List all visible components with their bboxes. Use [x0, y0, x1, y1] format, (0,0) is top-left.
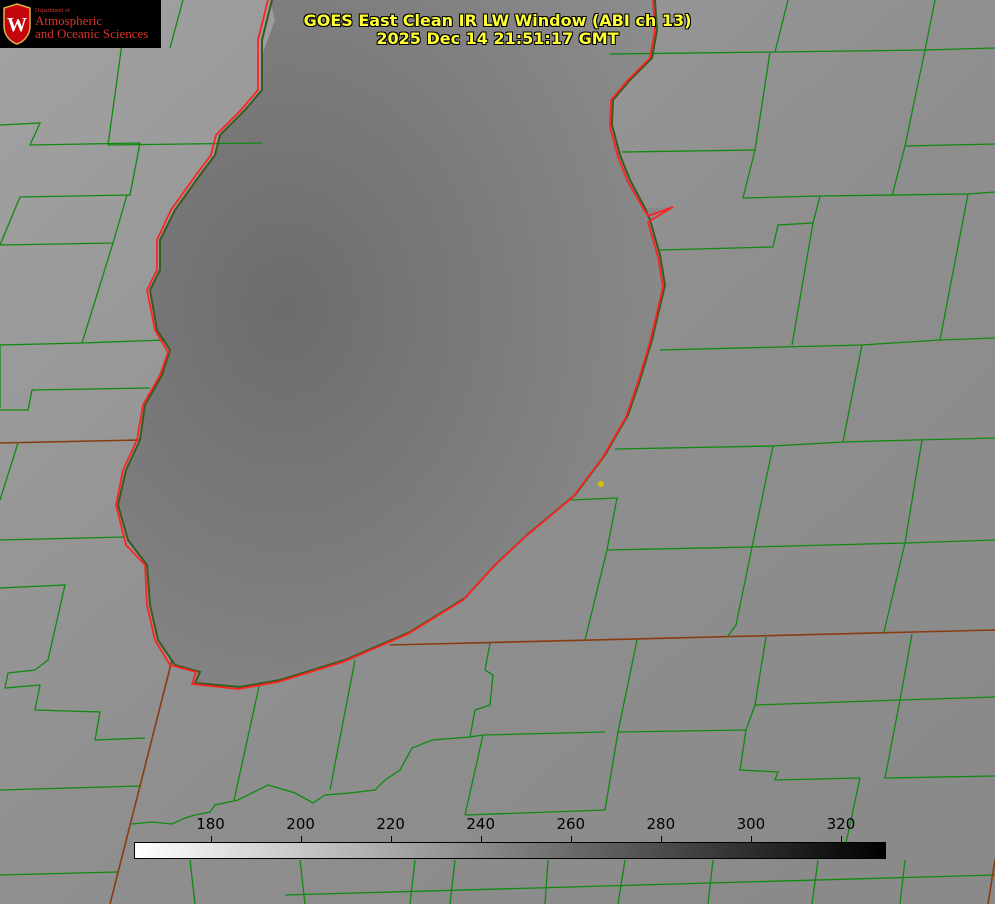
- logo-oceanic-text: and Oceanic Sciences: [35, 26, 149, 41]
- seal-letter: W: [7, 14, 27, 36]
- uw-crest-icon: W: [3, 3, 31, 45]
- colorbar-tick-label: 280: [646, 815, 676, 833]
- colorbar-tick-label: 240: [466, 815, 496, 833]
- logo: W Department of Atmospheric and Oceanic …: [0, 0, 161, 48]
- colorbar-tick-label: 200: [286, 815, 315, 833]
- colorbar-tick-mark: [301, 836, 302, 842]
- location-dot-icon: [598, 481, 604, 487]
- colorbar-tick-mark: [481, 836, 482, 842]
- colorbar-tick-mark: [841, 836, 842, 842]
- colorbar-tick-label: 260: [556, 815, 586, 833]
- satellite-map: [0, 0, 995, 904]
- colorbar-tick-label: 320: [826, 815, 856, 833]
- map-view: GOES East Clean IR LW Window (ABI ch 13)…: [0, 0, 995, 904]
- colorbar-tick-label: 220: [376, 815, 405, 833]
- colorbar-tick-label: 180: [196, 815, 225, 833]
- colorbar-tick-label: 300: [736, 815, 766, 833]
- colorbar-tick-mark: [211, 836, 212, 842]
- colorbar: [134, 842, 886, 859]
- colorbar-tick-mark: [661, 836, 662, 842]
- colorbar-tick-mark: [751, 836, 752, 842]
- colorbar-tick-mark: [391, 836, 392, 842]
- colorbar-tick-mark: [571, 836, 572, 842]
